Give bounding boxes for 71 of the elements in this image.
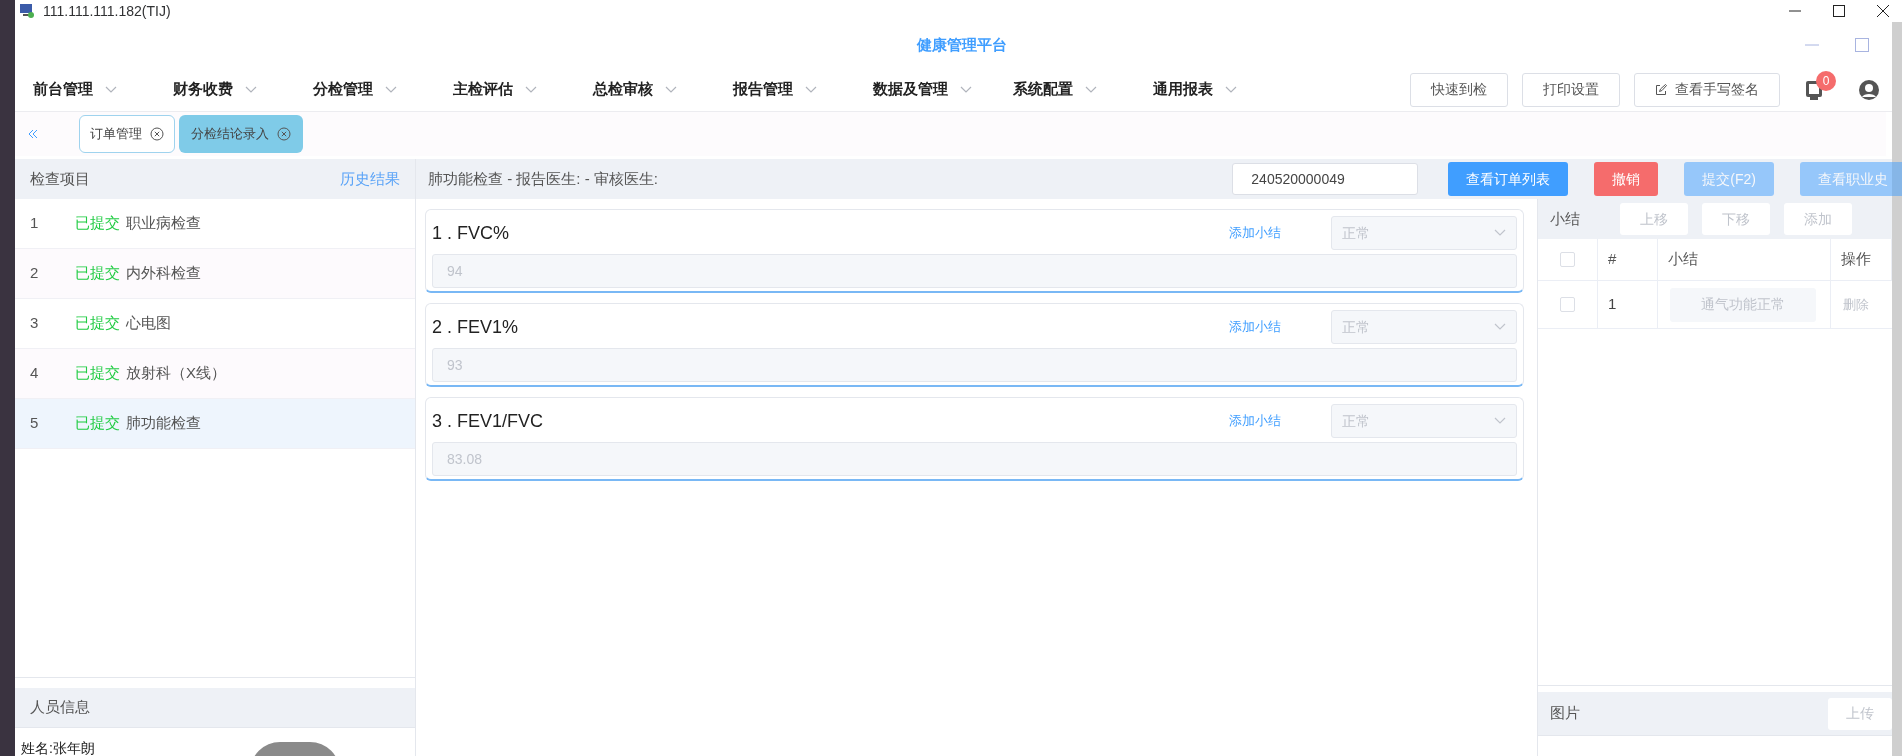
panel-title: 人员信息 bbox=[30, 697, 90, 718]
exam-row[interactable]: 2 已提交 内外科检查 bbox=[15, 249, 415, 299]
collapse-icon[interactable] bbox=[27, 128, 39, 140]
notification-badge: 0 bbox=[1816, 70, 1836, 91]
menu-item[interactable]: 主检评估 bbox=[453, 78, 593, 101]
chevron-down-icon bbox=[805, 85, 817, 94]
row-number: 5 bbox=[30, 413, 40, 434]
chevron-down-icon bbox=[960, 85, 972, 94]
item-title: 3 . FEV1/FVC bbox=[432, 409, 544, 433]
menu-item[interactable]: 通用报表 bbox=[1153, 78, 1293, 101]
chevron-down-icon bbox=[385, 85, 397, 94]
menu-item[interactable]: 分检管理 bbox=[313, 78, 453, 101]
computer-icon bbox=[19, 3, 35, 19]
row-number: 1 bbox=[30, 213, 40, 234]
panel-title: 检查项目 bbox=[30, 168, 90, 189]
menu-item[interactable]: 总检审核 bbox=[593, 78, 733, 101]
select-all-checkbox[interactable] bbox=[1560, 252, 1575, 267]
status-text: 已提交 bbox=[75, 263, 120, 284]
close-icon[interactable] bbox=[1876, 4, 1890, 18]
exam-row[interactable]: 4 已提交 放射科（X线） bbox=[15, 349, 415, 399]
column-header: 操作 bbox=[1841, 249, 1871, 270]
chevron-down-icon bbox=[1494, 323, 1506, 331]
toolbar-button[interactable]: 打印设置 bbox=[1522, 72, 1620, 107]
item-title: 1 . FVC% bbox=[432, 221, 510, 245]
exam-name: 肺功能检查 bbox=[126, 413, 201, 434]
exam-row[interactable]: 5 已提交 肺功能检查 bbox=[15, 399, 415, 449]
menu-item[interactable]: 系统配置 bbox=[1013, 78, 1153, 101]
chevron-down-icon bbox=[1085, 85, 1097, 94]
status-text: 已提交 bbox=[75, 413, 120, 434]
exam-name: 放射科（X线） bbox=[126, 363, 226, 384]
app-title: 健康管理平台 bbox=[917, 34, 1007, 55]
person-name: 姓名:张年朗 bbox=[21, 740, 95, 756]
toolbar-button[interactable]: 快速到检 bbox=[1410, 72, 1508, 107]
table-cell-text: 1 bbox=[1608, 294, 1617, 315]
row-number: 4 bbox=[30, 363, 40, 384]
chevron-down-icon bbox=[1494, 229, 1506, 237]
exam-name: 内外科检查 bbox=[126, 263, 201, 284]
tab[interactable]: 分检结论录入 bbox=[179, 115, 303, 153]
item-title: 2 . FEV1% bbox=[432, 315, 519, 339]
chevron-down-icon bbox=[665, 85, 677, 94]
chevron-down-icon bbox=[525, 85, 537, 94]
maximize-icon[interactable] bbox=[1832, 4, 1846, 18]
chevron-down-icon bbox=[105, 85, 117, 94]
scrollbar[interactable] bbox=[1892, 22, 1902, 756]
edit-icon bbox=[1655, 83, 1667, 96]
menu-item[interactable]: 数据及管理 bbox=[873, 78, 1013, 101]
column-header: 小结 bbox=[1668, 249, 1698, 270]
panel-title: 小结 bbox=[1550, 208, 1580, 229]
detail-title: 肺功能检查 - 报告医生: - 审核医生: bbox=[428, 168, 658, 189]
row-number: 2 bbox=[30, 263, 40, 284]
chevron-down-icon bbox=[1225, 85, 1237, 94]
status-text: 已提交 bbox=[75, 313, 120, 334]
chevron-down-icon bbox=[1494, 417, 1506, 425]
panel-title: 图片 bbox=[1550, 703, 1580, 724]
menu-item[interactable]: 报告管理 bbox=[733, 78, 873, 101]
status-text: 已提交 bbox=[75, 363, 120, 384]
chevron-down-icon bbox=[245, 85, 257, 94]
close-icon[interactable] bbox=[150, 127, 164, 141]
menu-item[interactable]: 财务收费 bbox=[173, 78, 313, 101]
row-checkbox[interactable] bbox=[1560, 297, 1575, 312]
tab[interactable]: 订单管理 bbox=[79, 115, 175, 153]
user-avatar-icon[interactable] bbox=[1858, 78, 1880, 101]
toolbar-button[interactable]: 查看手写签名 bbox=[1634, 72, 1780, 107]
status-text: 已提交 bbox=[75, 213, 120, 234]
window-title: 111.111.111.182(TIJ) bbox=[43, 1, 171, 21]
menu-item[interactable]: 前台管理 bbox=[33, 78, 173, 101]
exam-name: 职业病检查 bbox=[126, 213, 201, 234]
order-number-field[interactable]: 240520000049 bbox=[1232, 163, 1419, 195]
row-number: 3 bbox=[30, 313, 40, 334]
exam-name: 心电图 bbox=[126, 313, 171, 334]
column-header: # bbox=[1608, 249, 1617, 270]
